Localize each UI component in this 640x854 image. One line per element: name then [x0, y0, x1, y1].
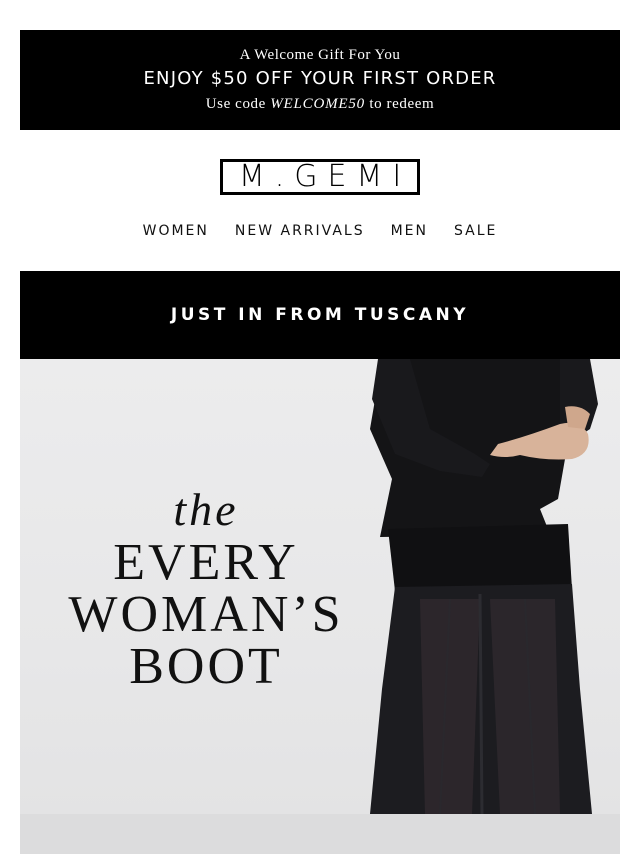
nav-item-sale[interactable]: SALE [454, 222, 497, 242]
promo-code: WELCOME50 [270, 96, 365, 112]
collection-banner[interactable]: JUST IN FROM TUSCANY [20, 271, 620, 359]
brand-logo[interactable]: M.GEMI [220, 159, 420, 195]
promo-kicker: A Welcome Gift For You [239, 47, 401, 63]
hero-headline: the EVERY WOMAN’S BOOT [46, 485, 366, 693]
promo-headline: ENJOY $50 OFF YOUR FIRST ORDER [143, 68, 497, 89]
hero-image[interactable]: the EVERY WOMAN’S BOOT [20, 359, 620, 854]
promo-code-prefix: Use code [205, 96, 266, 112]
promo-code-line: Use code WELCOME50 to redeem [20, 96, 620, 113]
main-nav: WOMEN NEW ARRIVALS MEN SALE [0, 222, 640, 242]
hero-line-2: WOMAN’S [68, 586, 344, 643]
nav-item-men[interactable]: MEN [391, 222, 428, 242]
hero-line-3: BOOT [129, 638, 283, 695]
hero-line-1: EVERY [113, 534, 299, 591]
nav-item-new-arrivals[interactable]: NEW ARRIVALS [235, 222, 365, 242]
promo-code-suffix: to redeem [369, 96, 435, 112]
brand-logo-text: M.GEMI [238, 159, 412, 194]
collection-banner-text: JUST IN FROM TUSCANY [170, 305, 470, 325]
nav-item-women[interactable]: WOMEN [143, 222, 209, 242]
promo-banner[interactable]: A Welcome Gift For You ENJOY $50 OFF YOU… [20, 30, 620, 130]
hero-line-the: the [173, 484, 239, 535]
